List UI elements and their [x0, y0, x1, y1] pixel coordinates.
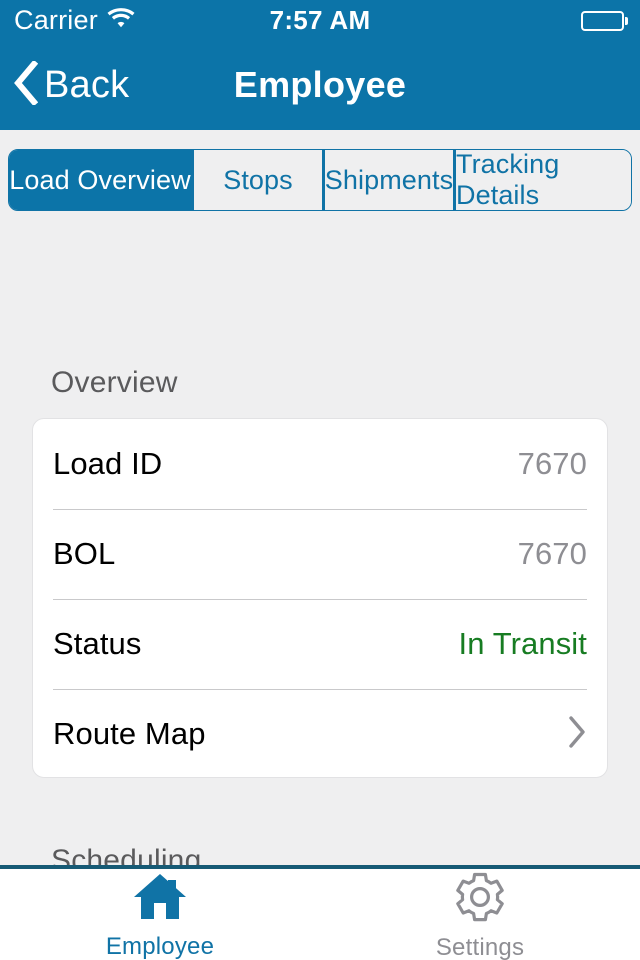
row-label: Route Map: [53, 716, 206, 751]
navigation-bar: Back Employee: [0, 40, 640, 130]
section-header-overview: Overview: [51, 366, 178, 399]
content-area: Load Overview Stops Shipments Tracking D…: [0, 130, 640, 865]
row-label: Status: [53, 626, 142, 661]
tab-bar-label-settings: Settings: [435, 934, 525, 960]
bottom-tab-bar: Employee Settings: [0, 865, 640, 960]
overview-card: Load ID 7670 BOL 7670 Status In Transit …: [32, 418, 608, 778]
table-row-route-map[interactable]: Route Map: [33, 689, 607, 777]
battery-icon: [581, 11, 628, 31]
row-label: Load ID: [53, 446, 163, 481]
tab-stops[interactable]: Stops: [191, 150, 322, 210]
segmented-control[interactable]: Load Overview Stops Shipments Tracking D…: [8, 149, 632, 211]
row-label: BOL: [53, 536, 116, 571]
home-icon: [132, 872, 188, 927]
page-title: Employee: [233, 64, 407, 105]
table-row-bol[interactable]: BOL 7670: [33, 509, 607, 599]
tab-shipments[interactable]: Shipments: [322, 150, 453, 210]
section-header-scheduling: Scheduling: [51, 844, 202, 865]
row-value: 7670: [517, 536, 587, 571]
status-bar: Carrier 7:57 AM: [0, 0, 640, 40]
table-row-load-id[interactable]: Load ID 7670: [33, 419, 607, 509]
chevron-right-icon: [567, 715, 587, 754]
tab-bar-label-employee: Employee: [105, 933, 215, 960]
tab-bar-item-settings[interactable]: Settings: [320, 869, 640, 960]
table-row-status[interactable]: Status In Transit: [33, 599, 607, 689]
row-value: 7670: [517, 446, 587, 481]
status-badge: In Transit: [458, 626, 587, 661]
app-screen: Carrier 7:57 AM Back Employee Load Overv…: [0, 0, 640, 960]
tab-load-overview[interactable]: Load Overview: [9, 150, 191, 210]
tab-tracking-details[interactable]: Tracking Details: [453, 150, 631, 210]
tab-bar-item-employee[interactable]: Employee: [0, 869, 320, 960]
status-bar-time: 7:57 AM: [269, 4, 371, 35]
gear-icon: [452, 871, 508, 928]
